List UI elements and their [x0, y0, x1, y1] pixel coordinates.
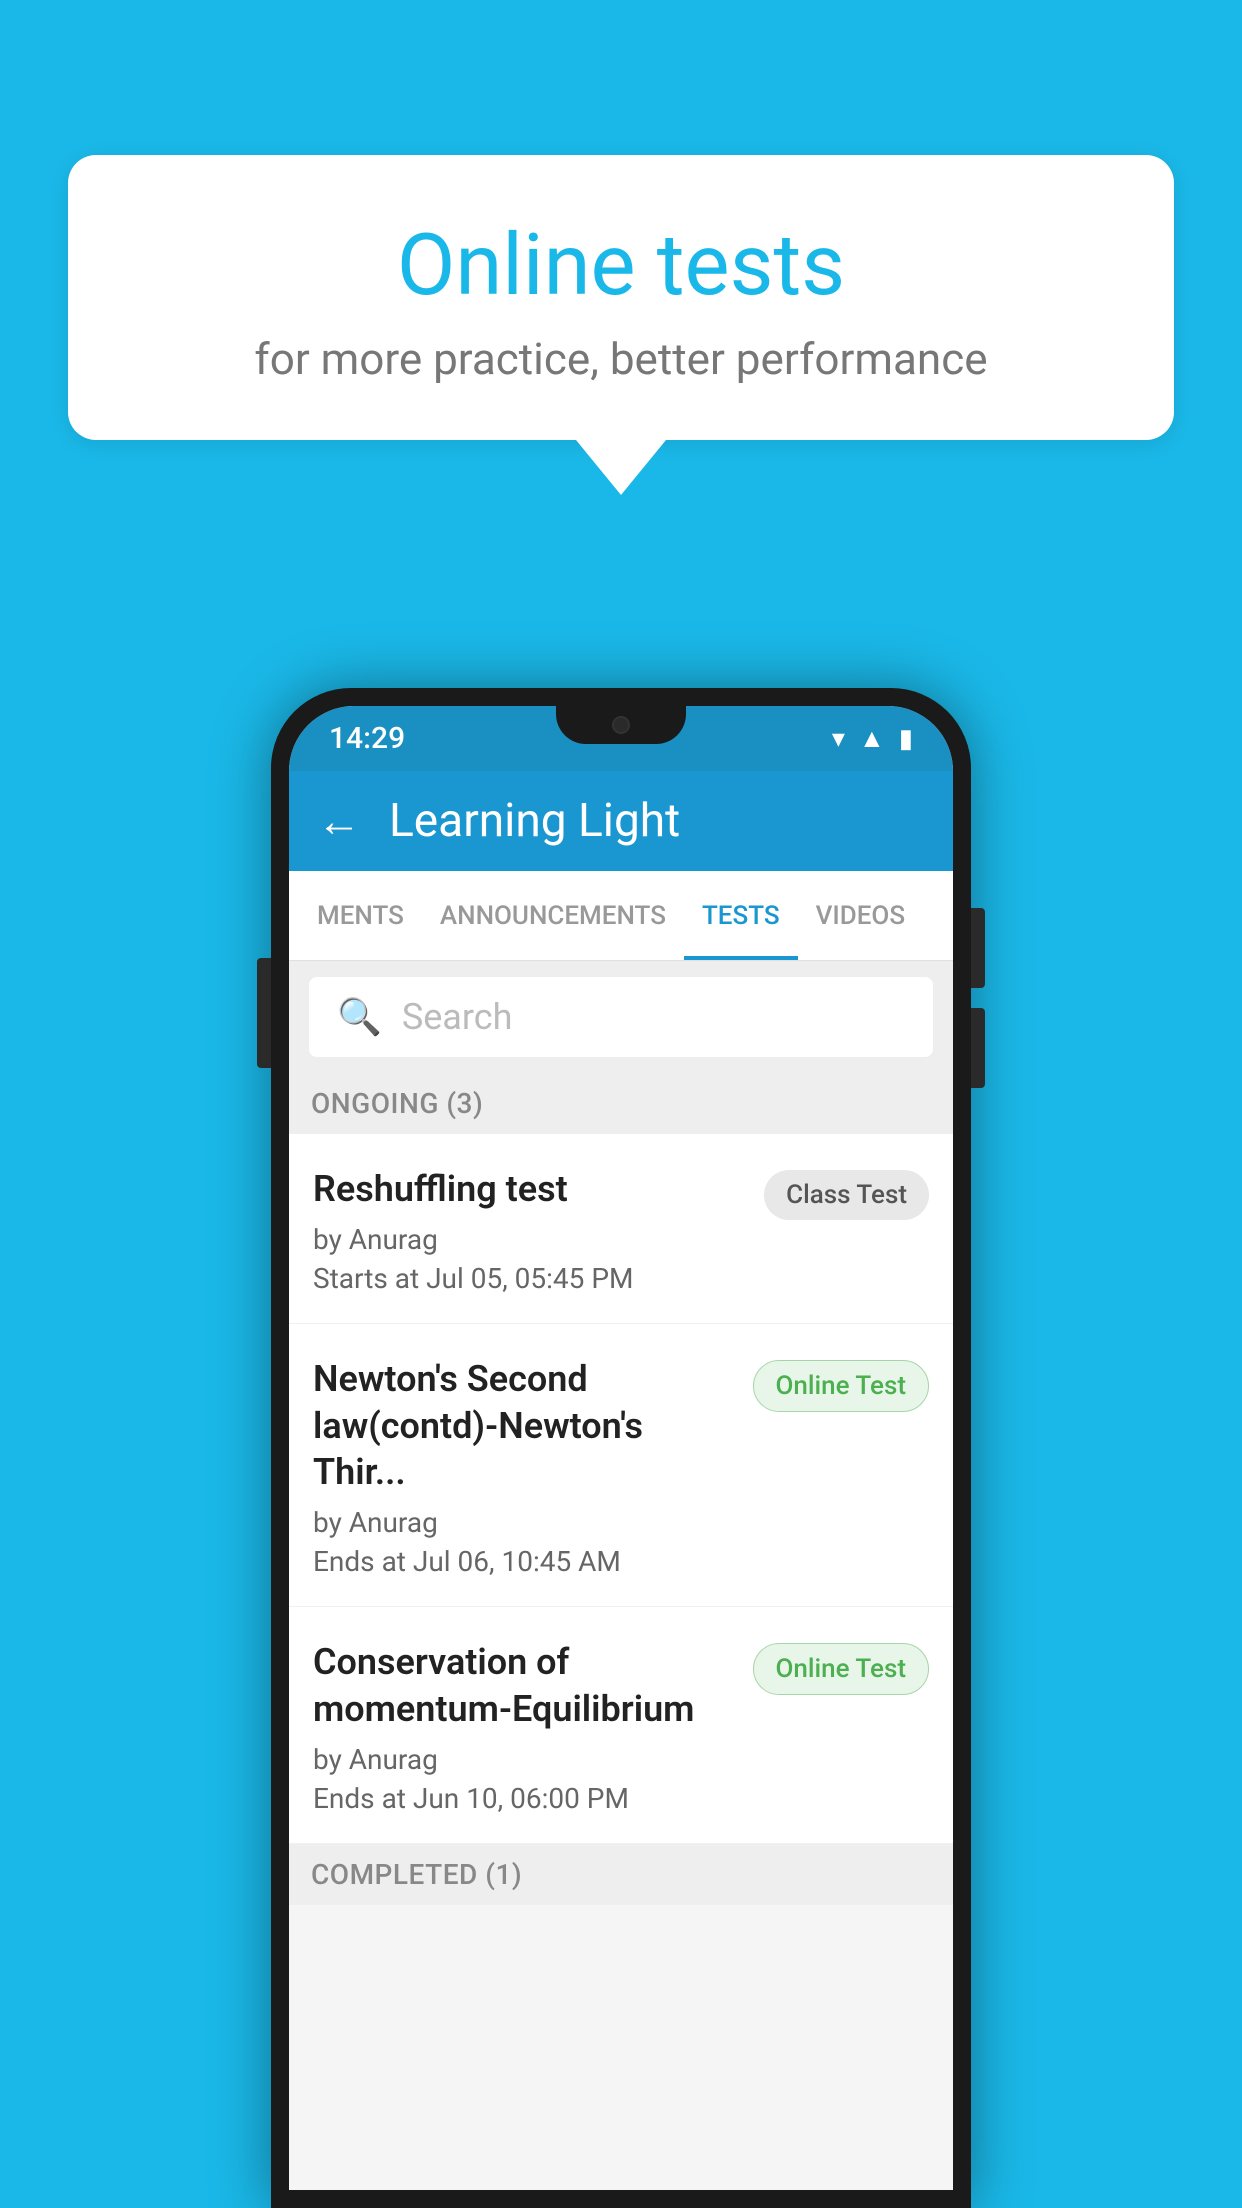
- test-title-3: Conservation of momentum-Equilibrium: [313, 1639, 737, 1733]
- test-item[interactable]: Reshuffling test by Anurag Starts at Jul…: [289, 1134, 953, 1324]
- test-list: Reshuffling test by Anurag Starts at Jul…: [289, 1134, 953, 1844]
- battery-icon: ▮: [899, 724, 913, 754]
- volume-up-button[interactable]: [971, 908, 985, 988]
- status-icons: ▾ ▲ ▮: [832, 723, 913, 754]
- speech-bubble-arrow: [576, 440, 666, 495]
- camera: [612, 716, 630, 734]
- wifi-icon: ▾: [832, 724, 845, 754]
- speech-bubble-title: Online tests: [128, 215, 1114, 315]
- test-badge-2: Online Test: [753, 1360, 930, 1412]
- phone-screen: 14:29 ▾ ▲ ▮ ← Learning Light MENTS ANNOU…: [289, 706, 953, 2190]
- back-button[interactable]: ←: [317, 795, 361, 847]
- search-placeholder: Search: [402, 996, 513, 1038]
- speech-bubble-subtitle: for more practice, better performance: [128, 333, 1114, 385]
- test-title-2: Newton's Second law(contd)-Newton's Thir…: [313, 1356, 737, 1496]
- tab-ments[interactable]: MENTS: [299, 871, 422, 960]
- app-bar: ← Learning Light: [289, 771, 953, 871]
- test-info-1: Reshuffling test by Anurag Starts at Jul…: [313, 1166, 748, 1295]
- search-icon: 🔍: [337, 996, 382, 1038]
- test-author-3: by Anurag: [313, 1743, 737, 1776]
- tab-tests[interactable]: TESTS: [684, 871, 798, 960]
- status-bar: 14:29 ▾ ▲ ▮: [289, 706, 953, 771]
- speech-bubble: Online tests for more practice, better p…: [68, 155, 1174, 440]
- test-author-1: by Anurag: [313, 1223, 748, 1256]
- tab-announcements[interactable]: ANNOUNCEMENTS: [422, 871, 684, 960]
- tab-bar: MENTS ANNOUNCEMENTS TESTS VIDEOS: [289, 871, 953, 961]
- section-ongoing: ONGOING (3): [289, 1073, 953, 1134]
- test-date-2: Ends at Jul 06, 10:45 AM: [313, 1545, 737, 1578]
- section-completed: COMPLETED (1): [289, 1844, 953, 1905]
- test-date-1: Starts at Jul 05, 05:45 PM: [313, 1262, 748, 1295]
- speech-bubble-container: Online tests for more practice, better p…: [68, 155, 1174, 495]
- test-author-2: by Anurag: [313, 1506, 737, 1539]
- notch: [556, 706, 686, 744]
- status-time: 14:29: [329, 721, 405, 756]
- test-badge-1: Class Test: [764, 1170, 929, 1220]
- volume-down-button[interactable]: [971, 1008, 985, 1088]
- search-bar[interactable]: 🔍 Search: [309, 977, 933, 1057]
- test-date-3: Ends at Jun 10, 06:00 PM: [313, 1782, 737, 1815]
- test-item[interactable]: Conservation of momentum-Equilibrium by …: [289, 1607, 953, 1844]
- test-badge-3: Online Test: [753, 1643, 930, 1695]
- test-info-2: Newton's Second law(contd)-Newton's Thir…: [313, 1356, 737, 1578]
- phone-frame: 14:29 ▾ ▲ ▮ ← Learning Light MENTS ANNOU…: [271, 688, 971, 2208]
- power-button[interactable]: [257, 958, 271, 1068]
- search-container: 🔍 Search: [289, 961, 953, 1073]
- test-info-3: Conservation of momentum-Equilibrium by …: [313, 1639, 737, 1815]
- test-title-1: Reshuffling test: [313, 1166, 748, 1213]
- tab-videos[interactable]: VIDEOS: [798, 871, 923, 960]
- test-item[interactable]: Newton's Second law(contd)-Newton's Thir…: [289, 1324, 953, 1607]
- signal-icon: ▲: [859, 723, 885, 754]
- app-title: Learning Light: [389, 794, 680, 848]
